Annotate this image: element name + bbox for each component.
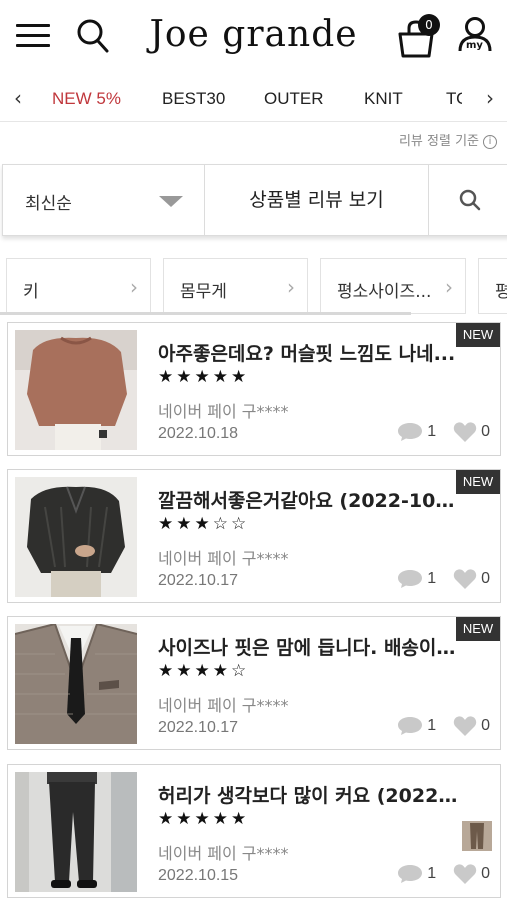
comment-count: 1 xyxy=(427,423,437,440)
logo[interactable]: Joe grande xyxy=(149,14,357,55)
chevron-right-icon: › xyxy=(445,275,453,299)
header: Joe grande 0 my xyxy=(0,0,507,76)
menu-icon[interactable] xyxy=(16,22,50,50)
review-card[interactable]: 아주좋은데요? 머슬핏 느낌도 나네... ★★★★★ 네이버 페이 구****… xyxy=(7,322,501,456)
new-badge: NEW xyxy=(456,323,500,347)
review-author: 네이버 페이 구**** xyxy=(158,844,289,863)
review-author: 네이버 페이 구**** xyxy=(158,549,289,568)
sort-criteria[interactable]: 리뷰 정렬 기준 i xyxy=(399,130,497,149)
info-icon: i xyxy=(483,135,497,149)
chip-label: 몸무게 xyxy=(180,282,227,302)
review-author: 네이버 페이 구**** xyxy=(158,696,289,715)
review-date: 2022.10.17 xyxy=(158,572,239,589)
chip-label: 평소사이즈... xyxy=(337,282,432,302)
comment-count: 1 xyxy=(427,865,437,882)
rating-stars: ★★★★☆ xyxy=(158,661,250,681)
category-nav: ‹ NEW 5% BEST30 OUTER KNIT TOP › xyxy=(0,76,507,122)
review-date: 2022.10.15 xyxy=(158,867,239,884)
sort-select-value: 최신순 xyxy=(25,194,72,214)
review-counts: 1 0 xyxy=(397,715,490,739)
chip-height[interactable]: 키 › xyxy=(6,258,151,314)
cart-button[interactable]: 0 xyxy=(396,14,444,58)
heart-icon[interactable] xyxy=(453,421,477,443)
review-author: 네이버 페이 구**** xyxy=(158,402,289,421)
chip-more[interactable]: 평 xyxy=(478,258,507,314)
chevron-right-icon: › xyxy=(130,275,138,299)
chevron-right-icon: › xyxy=(287,275,295,299)
review-date: 2022.10.18 xyxy=(158,425,239,442)
review-counts: 1 0 xyxy=(397,863,490,887)
search-icon xyxy=(459,189,481,211)
category-outer[interactable]: OUTER xyxy=(264,89,324,109)
like-count: 0 xyxy=(481,570,490,587)
like-count: 0 xyxy=(481,717,490,734)
category-best30[interactable]: BEST30 xyxy=(162,89,225,109)
review-photo[interactable] xyxy=(15,330,137,450)
caret-down-icon xyxy=(159,196,183,207)
account-button[interactable]: my xyxy=(456,16,494,56)
category-knit[interactable]: KNIT xyxy=(364,89,403,109)
review-counts: 1 0 xyxy=(397,421,490,445)
chips-scrollbar[interactable] xyxy=(0,312,411,315)
review-title[interactable]: 허리가 생각보다 많이 커요 (2022-1... xyxy=(158,781,458,808)
search-icon[interactable] xyxy=(76,18,110,54)
review-photo[interactable] xyxy=(15,477,137,597)
chevron-left-icon[interactable]: ‹ xyxy=(14,86,22,110)
review-search-button[interactable] xyxy=(429,165,507,235)
heart-icon[interactable] xyxy=(453,863,477,885)
heart-icon[interactable] xyxy=(453,715,477,737)
comment-count: 1 xyxy=(427,717,437,734)
category-new[interactable]: NEW 5% xyxy=(52,89,121,109)
chip-label: 키 xyxy=(23,282,39,302)
review-date: 2022.10.17 xyxy=(158,719,239,736)
review-title[interactable]: 사이즈나 핏은 맘에 듭니다. 배송이 ... xyxy=(158,633,458,660)
review-card[interactable]: 사이즈나 핏은 맘에 듭니다. 배송이 ... ★★★★☆ 네이버 페이 구**… xyxy=(7,616,501,750)
speech-bubble-icon[interactable] xyxy=(397,864,423,884)
heart-icon[interactable] xyxy=(453,568,477,590)
review-photo[interactable] xyxy=(15,772,137,892)
review-attached-photo[interactable] xyxy=(462,821,492,851)
review-by-product-button[interactable]: 상품별 리뷰 보기 xyxy=(205,165,429,235)
my-label: my xyxy=(466,40,483,51)
like-count: 0 xyxy=(481,865,490,882)
review-counts: 1 0 xyxy=(397,568,490,592)
new-badge: NEW xyxy=(456,617,500,641)
filter-chips: 키 › 몸무게 › 평소사이즈... › 평 xyxy=(0,256,507,318)
new-badge: NEW xyxy=(456,470,500,494)
speech-bubble-icon[interactable] xyxy=(397,569,423,589)
sort-select[interactable]: 최신순 xyxy=(3,165,205,235)
review-title[interactable]: 깔끔해서좋은거같아요 (2022-10-1... xyxy=(158,486,458,513)
chip-usual-size[interactable]: 평소사이즈... › xyxy=(320,258,466,314)
cart-count-badge: 0 xyxy=(418,14,440,36)
sort-criteria-label: 리뷰 정렬 기준 xyxy=(398,134,479,149)
chevron-right-icon[interactable]: › xyxy=(484,86,496,110)
rating-stars: ★★★☆☆ xyxy=(158,514,250,534)
rating-stars: ★★★★★ xyxy=(158,809,250,829)
chip-weight[interactable]: 몸무게 › xyxy=(163,258,308,314)
rating-stars: ★★★★★ xyxy=(158,367,250,387)
filter-bar: 최신순 상품별 리뷰 보기 xyxy=(2,164,507,236)
chip-label: 평 xyxy=(495,282,507,302)
category-top[interactable]: TOP xyxy=(446,89,462,109)
review-card[interactable]: 깔끔해서좋은거같아요 (2022-10-1... ★★★☆☆ 네이버 페이 구*… xyxy=(7,469,501,603)
review-photo[interactable] xyxy=(15,624,137,744)
speech-bubble-icon[interactable] xyxy=(397,716,423,736)
review-card[interactable]: 허리가 생각보다 많이 커요 (2022-1... ★★★★★ 네이버 페이 구… xyxy=(7,764,501,898)
speech-bubble-icon[interactable] xyxy=(397,422,423,442)
review-title[interactable]: 아주좋은데요? 머슬핏 느낌도 나네... xyxy=(158,339,458,366)
comment-count: 1 xyxy=(427,570,437,587)
like-count: 0 xyxy=(481,423,490,440)
